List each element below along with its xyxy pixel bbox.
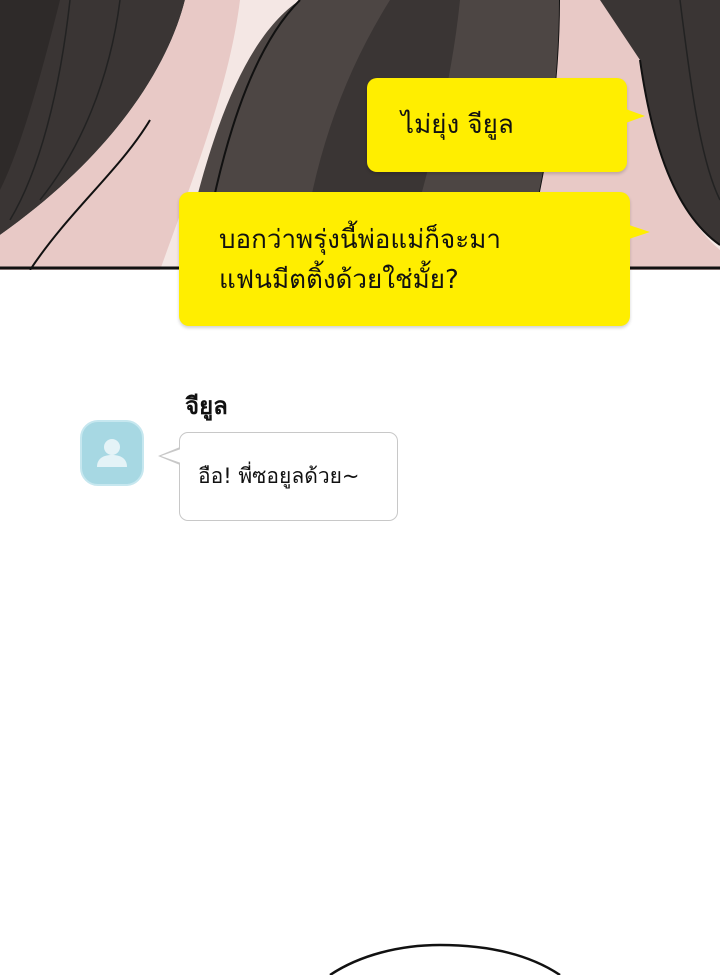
bubble-tail xyxy=(626,224,650,240)
next-panel-art xyxy=(329,943,561,977)
message-text-1: ไม่ยุ่ง จียูล xyxy=(401,110,514,140)
message-text-2: บอกว่าพรุ่งนี้พ่อแม่ก็จะมา แฟนมีตติ้งด้ว… xyxy=(219,225,501,295)
message-bubble-3: อือ! พี่ซอยูลด้วย~ xyxy=(158,432,398,521)
message-bubble-1: ไม่ยุ่ง จียูล xyxy=(367,78,645,172)
message-text-3: อือ! พี่ซอยูลด้วย~ xyxy=(198,464,360,488)
next-panel-edge xyxy=(0,930,720,977)
avatar[interactable] xyxy=(80,420,144,486)
sender-name: จียูล xyxy=(185,392,228,420)
default-user-icon xyxy=(97,439,127,467)
bubble-tail xyxy=(623,108,645,124)
message-bubble-2: บอกว่าพรุ่งนี้พ่อแม่ก็จะมา แฟนมีตติ้งด้ว… xyxy=(179,192,650,326)
bubble-tail xyxy=(161,448,181,463)
